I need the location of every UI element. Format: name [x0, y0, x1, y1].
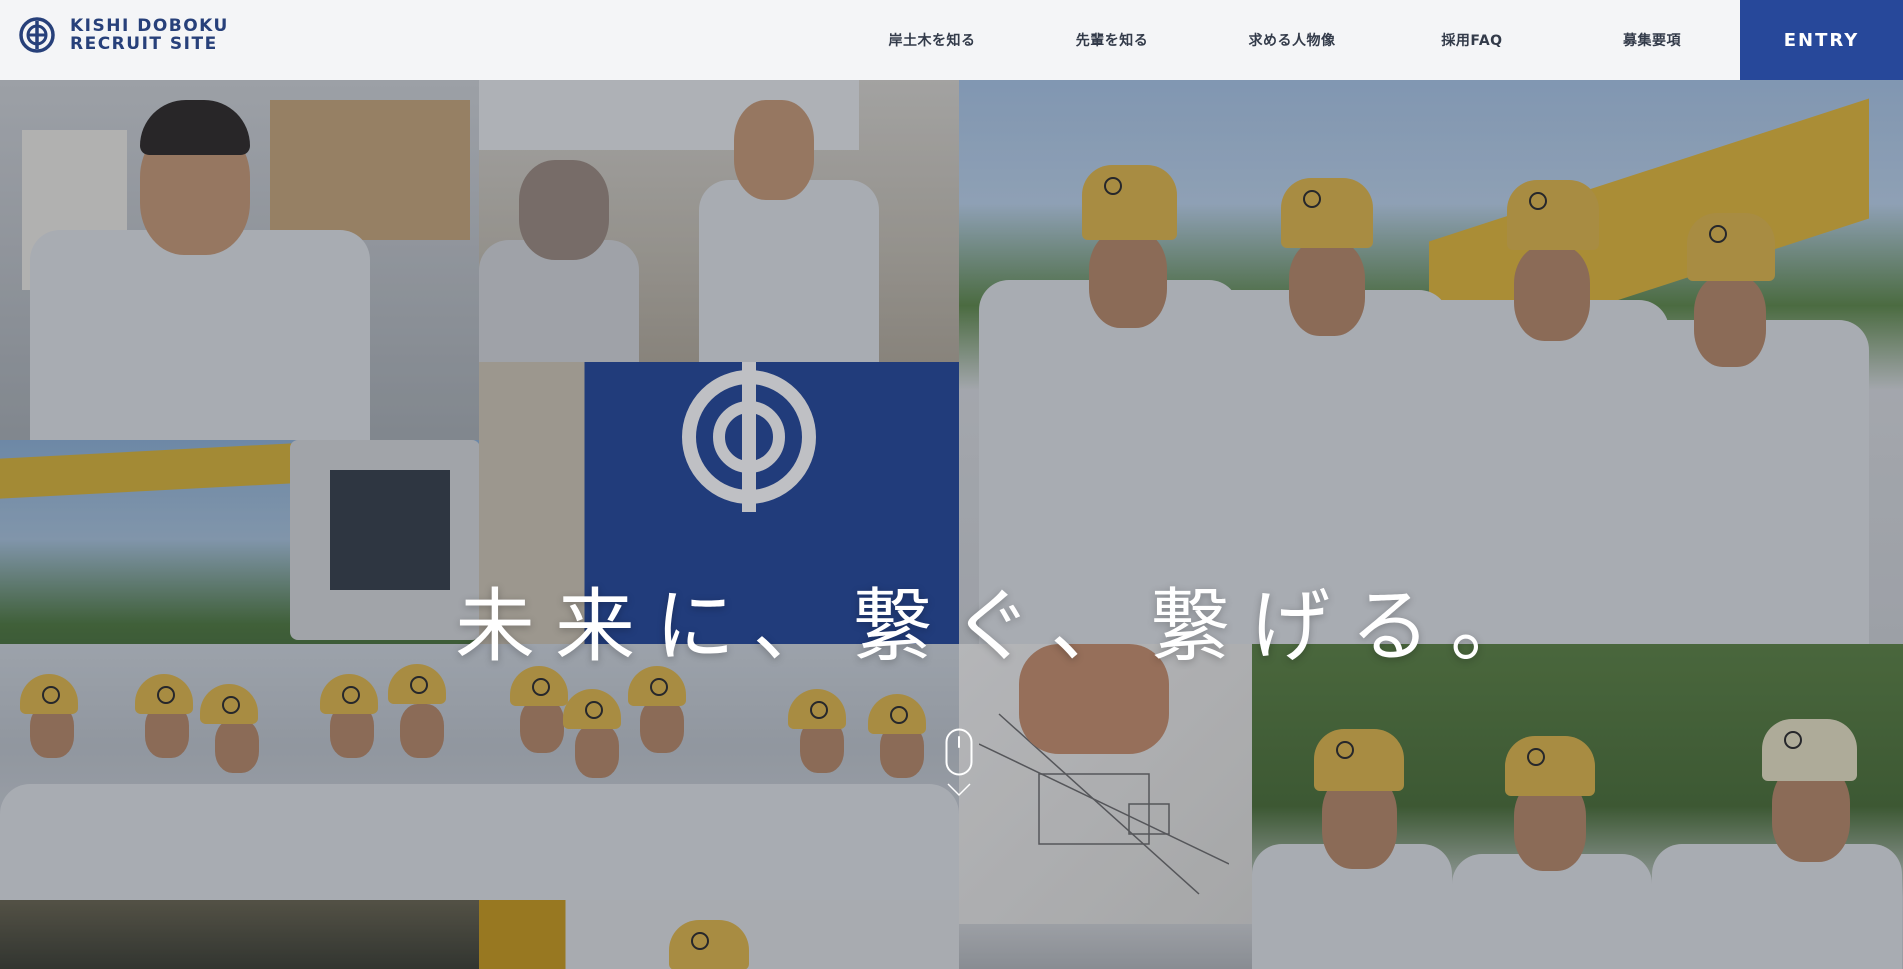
photo-office-worker [0, 80, 479, 440]
flag-emblem-icon [682, 362, 816, 512]
entry-button[interactable]: ENTRY [1740, 0, 1903, 80]
photo-four-workers [959, 80, 1903, 644]
photo-bottom-machinery [0, 900, 479, 969]
site-header: KISHI DOBOKU RECRUIT SITE 岸土木を知る 先輩を知る 求… [0, 0, 1903, 80]
nav-job-requirements[interactable]: 募集要項 [1562, 30, 1742, 50]
logo-line-2: RECRUIT SITE [70, 34, 218, 54]
photo-office-meeting [479, 80, 959, 362]
hero-photo-mosaic [0, 80, 1903, 969]
nav-about-company[interactable]: 岸土木を知る [842, 30, 1022, 50]
photo-worker-group [0, 644, 959, 900]
blueprint-drawing-icon [979, 713, 1229, 895]
scroll-down-icon[interactable] [945, 728, 973, 808]
logo-text: KISHI DOBOKU RECRUIT SITE [70, 17, 229, 53]
logo-line-1: KISHI DOBOKU [70, 16, 229, 36]
hero-tagline: 未来に、繋ぐ、繋げる。 [455, 580, 1551, 673]
nav-ideal-candidate[interactable]: 求める人物像 [1202, 30, 1382, 50]
global-nav: 岸土木を知る 先輩を知る 求める人物像 採用FAQ 募集要項 [842, 0, 1742, 80]
photo-three-workers [1252, 644, 1903, 969]
nav-seniors[interactable]: 先輩を知る [1022, 30, 1202, 50]
photo-bottom-worker [479, 900, 959, 969]
photo-bottom-office [959, 924, 1252, 969]
photo-blueprint [959, 644, 1252, 924]
nav-recruit-faq[interactable]: 採用FAQ [1382, 30, 1562, 50]
company-emblem-icon [19, 17, 55, 53]
site-logo[interactable]: KISHI DOBOKU RECRUIT SITE [18, 16, 229, 54]
